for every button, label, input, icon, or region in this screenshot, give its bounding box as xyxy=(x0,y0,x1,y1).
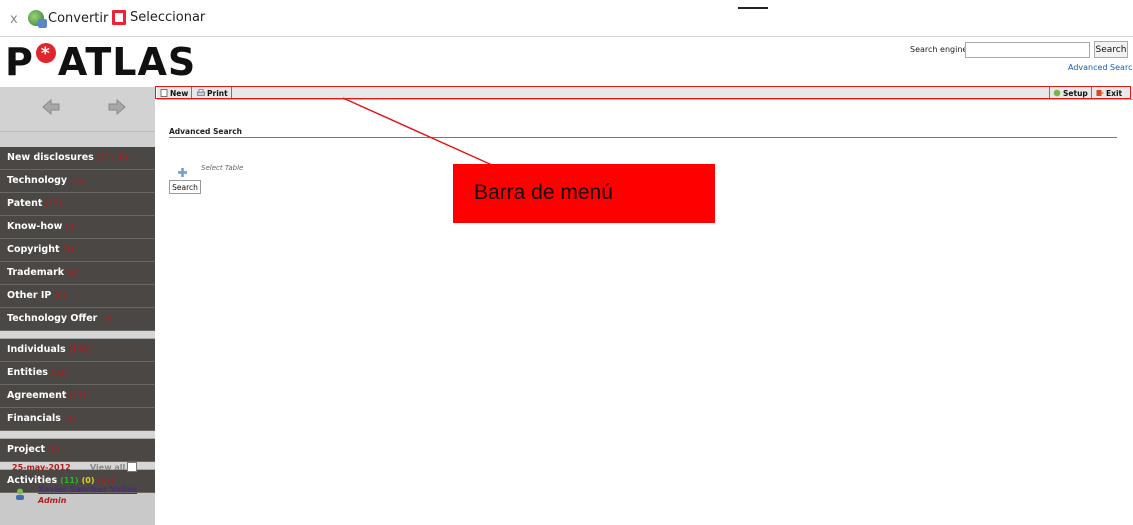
sidebar-item-count: (0) xyxy=(48,445,60,454)
sidebar-footer: 25-may-2012 View all Xavier Sanchez Vali… xyxy=(0,462,155,525)
convert-button[interactable]: Convertir ▼ xyxy=(28,10,125,28)
logo-text-right: ATLAS xyxy=(57,40,197,84)
sidebar: New disclosures (21) (8) Technology (11) Pate… xyxy=(0,87,155,525)
back-arrow-icon[interactable] xyxy=(42,98,60,116)
sidebar-item-copyright[interactable]: Copyright (1) xyxy=(0,239,155,262)
sidebar-item-label: Project xyxy=(7,444,46,455)
sidebar-item-individuals[interactable]: Individuals (136) xyxy=(0,339,155,362)
sidebar-item-label: Technology xyxy=(7,175,68,186)
sidebar-item-other-ip[interactable]: Other IP (0) xyxy=(0,285,155,308)
annotation-label: Barra de menú xyxy=(453,164,715,223)
forward-arrow-icon[interactable] xyxy=(108,98,126,116)
sidebar-item-label: Copyright xyxy=(7,244,60,255)
app-logo: P * ATLAS xyxy=(5,40,196,84)
sidebar-item-label: Trademark xyxy=(7,267,65,278)
search-input[interactable] xyxy=(965,42,1090,58)
sidebar-item-count: (32) xyxy=(50,368,68,377)
sidebar-item-patent[interactable]: Patent (12) xyxy=(0,193,155,216)
user-role: Admin xyxy=(38,496,67,505)
user-icon xyxy=(15,485,25,500)
convert-label: Convertir xyxy=(48,10,109,26)
sidebar-item-know-how[interactable]: Know-how (3) xyxy=(0,216,155,239)
logo-star-icon: * xyxy=(35,43,56,64)
sidebar-group-separator xyxy=(0,431,155,439)
sidebar-item-label: Agreement xyxy=(7,390,67,401)
search-engine-label: Search engine xyxy=(910,45,968,54)
sidebar-spacer xyxy=(0,132,155,147)
sidebar-item-financials[interactable]: Financials (3) xyxy=(0,408,155,431)
sidebar-group-separator xyxy=(0,331,155,339)
pdf-convert-icon xyxy=(28,10,47,28)
sidebar-item-label: Other IP xyxy=(7,290,52,301)
plus-icon[interactable] xyxy=(178,162,187,177)
sidebar-item-label: Financials xyxy=(7,413,61,424)
sidebar-item-label: New disclosures xyxy=(7,152,94,163)
sidebar-item-count: (0) xyxy=(54,291,66,300)
select-label: Seleccionar xyxy=(130,10,206,25)
menu-bar-highlight xyxy=(155,86,1131,99)
sidebar-item-count: (11) xyxy=(70,176,87,185)
sidebar-item-label: Entities xyxy=(7,367,48,378)
sidebar-item-count: (3) xyxy=(63,414,76,423)
page-title: Advanced Search xyxy=(169,127,243,136)
view-all-label: View all xyxy=(90,463,126,472)
logo-text-left: P xyxy=(5,40,34,84)
sidebar-item-label: Know-how xyxy=(7,221,63,232)
select-icon xyxy=(112,10,126,25)
history-navigation xyxy=(0,87,155,132)
select-button[interactable]: Seleccionar xyxy=(112,10,205,25)
sidebar-item-count: (17) xyxy=(69,391,86,400)
advanced-search-link[interactable]: Advanced Search xyxy=(1068,63,1133,72)
advanced-search-button[interactable]: Search xyxy=(169,180,201,194)
converter-toolbar: x Convertir ▼ Seleccionar xyxy=(0,0,1133,37)
sidebar-item-label: Patent xyxy=(7,198,43,209)
sidebar-item-count: (7) xyxy=(100,314,112,323)
sidebar-item-count: (21) xyxy=(96,153,114,162)
search-button[interactable]: Search xyxy=(1094,41,1128,58)
sidebar-item-technology[interactable]: Technology (11) xyxy=(0,170,155,193)
sidebar-item-label: Technology Offer xyxy=(7,313,98,324)
sidebar-item-technology-offer[interactable]: Technology Offer (7) xyxy=(0,308,155,331)
window-drag-handle xyxy=(738,7,768,9)
select-table-link[interactable]: Select Table xyxy=(201,164,243,172)
sidebar-item-new-disclosures[interactable]: New disclosures (21) (8) xyxy=(0,147,155,170)
sidebar-item-count: (12) xyxy=(45,199,62,208)
sidebar-item-project[interactable]: Project (0) xyxy=(0,439,155,462)
sidebar-item-count: (136) xyxy=(68,345,91,354)
sidebar-item-label: Individuals xyxy=(7,344,66,355)
title-divider xyxy=(169,137,1117,138)
sidebar-item-count: (8) xyxy=(116,153,128,162)
user-name-link[interactable]: Xavier Sanchez Valive xyxy=(38,485,137,494)
sidebar-item-trademark[interactable]: Trademark (0) xyxy=(0,262,155,285)
sidebar-item-entities[interactable]: Entities (32) xyxy=(0,362,155,385)
view-all-checkbox[interactable] xyxy=(127,462,137,472)
close-icon[interactable]: x xyxy=(10,12,18,27)
sidebar-item-count: (1) xyxy=(62,245,74,254)
sidebar-item-agreement[interactable]: Agreement (17) xyxy=(0,385,155,408)
sidebar-item-count: (0) xyxy=(67,268,79,277)
app-header: P * ATLAS Search engine Search Advanced Se… xyxy=(0,37,1133,87)
current-date: 25-may-2012 xyxy=(12,463,71,472)
sidebar-item-count: (3) xyxy=(65,222,77,231)
sidebar-menu: New disclosures (21) (8) Technology (11) Pate… xyxy=(0,147,155,493)
